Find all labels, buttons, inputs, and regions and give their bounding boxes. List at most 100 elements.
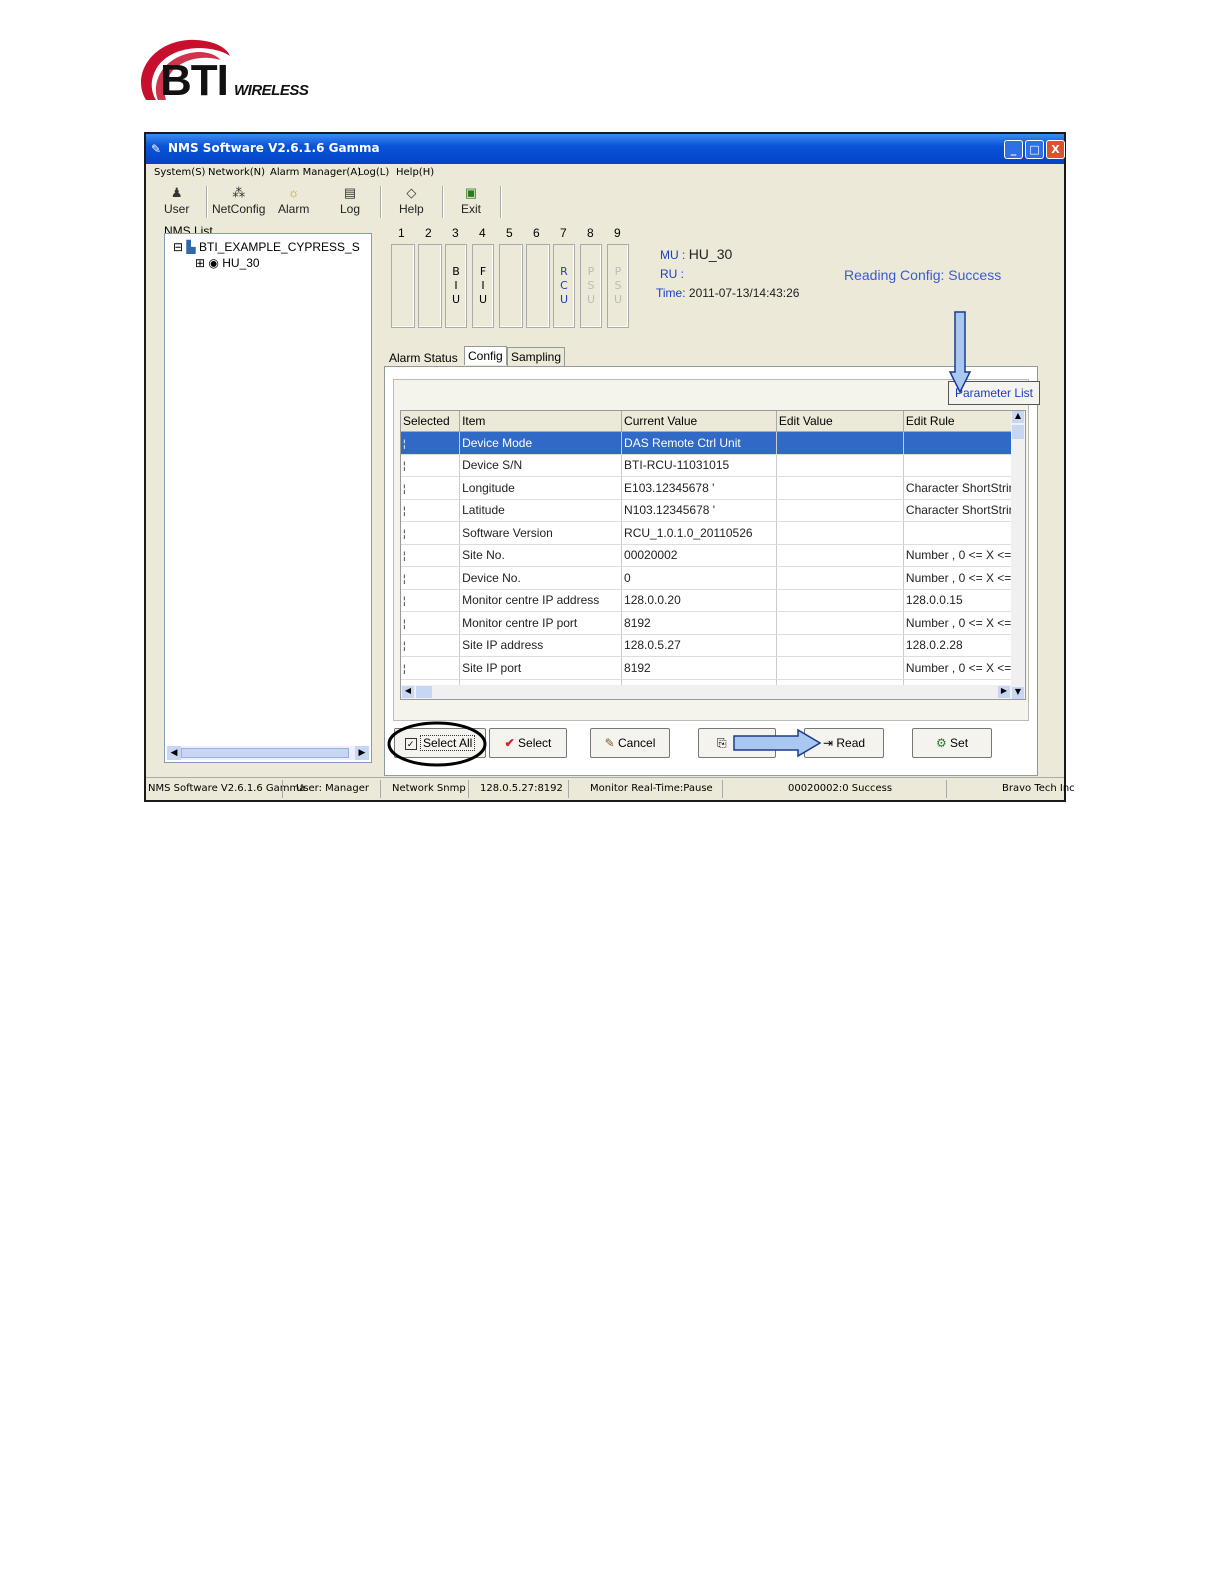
selected-cell[interactable]: ¦: [401, 566, 461, 590]
selected-cell[interactable]: ¦: [401, 589, 461, 612]
table-cell[interactable]: [776, 454, 904, 477]
tab-sampling[interactable]: Sampling: [507, 347, 566, 366]
slot-psu[interactable]: P S U: [580, 244, 602, 328]
table-cell[interactable]: [776, 521, 904, 545]
selected-cell[interactable]: ¦: [401, 499, 461, 522]
tree-child-node[interactable]: ⊞ ◉ HU_30: [195, 256, 260, 270]
table-cell[interactable]: [776, 566, 904, 590]
table-row[interactable]: ¦ Software Version RCU_1.0.1.0_20110526: [401, 521, 1025, 545]
log-button[interactable]: ▤ Log: [340, 184, 360, 216]
table-row[interactable]: ¦ Monitor centre IP port 8192 Number , 0 <=…: [401, 611, 1025, 635]
table-vertical-scrollbar[interactable]: ▲ ▼: [1011, 411, 1025, 699]
user-button[interactable]: ♟ User: [164, 184, 189, 216]
menu-network[interactable]: Network(N): [208, 167, 265, 178]
help-button[interactable]: ◇ Help: [399, 184, 424, 216]
table-cell[interactable]: [776, 476, 904, 500]
table-row[interactable]: ¦ Latitude N103.12345678 ' Character ShortS…: [401, 499, 1025, 522]
set-button[interactable]: ⚙ Set: [912, 728, 992, 758]
selected-cell[interactable]: ¦: [401, 454, 461, 477]
column-header[interactable]: Item: [459, 411, 623, 432]
set-label: Set: [950, 736, 969, 750]
mu-row: MU : HU_30: [660, 246, 732, 262]
scroll-right-icon[interactable]: ▶: [998, 686, 1010, 698]
scroll-thumb[interactable]: [181, 748, 349, 758]
netconfig-button[interactable]: ⁂ NetConfig: [212, 184, 265, 216]
table-row[interactable]: ¦ Site No. 00020002 Number , 0 <= X <= 4: [401, 544, 1025, 567]
scroll-up-icon[interactable]: ▲: [1012, 411, 1024, 423]
table-cell[interactable]: [776, 611, 904, 635]
exit-button[interactable]: ▣ Exit: [461, 184, 481, 216]
menu-alarm-manager[interactable]: Alarm Manager(A): [270, 167, 361, 178]
table-cell: Number , 0 <= X <= 6: [903, 611, 1025, 635]
selected-cell[interactable]: ¦: [401, 476, 461, 500]
cancel-button[interactable]: ✎ Cancel: [590, 728, 670, 758]
scroll-left-icon[interactable]: ◀: [167, 746, 181, 760]
down-arrow-annotation: [948, 311, 972, 394]
exit-icon: ▣: [464, 185, 478, 200]
menu-log[interactable]: Log(L): [358, 167, 389, 178]
nms-window: ✎ NMS Software V2.6.1.6 Gamma _ □ X Syst…: [144, 132, 1075, 802]
read-icon: ⇥: [822, 736, 834, 750]
table-cell[interactable]: [776, 431, 904, 455]
selected-cell[interactable]: ¦: [401, 431, 461, 455]
table-cell[interactable]: [776, 634, 904, 657]
scroll-thumb[interactable]: [1012, 425, 1024, 439]
slot-6[interactable]: [526, 244, 550, 328]
selected-cell[interactable]: ¦: [401, 656, 461, 680]
slot-psu[interactable]: P S U: [607, 244, 629, 328]
slot-biu[interactable]: B I U: [445, 244, 467, 328]
minimize-button[interactable]: _: [1004, 140, 1023, 159]
scroll-right-icon[interactable]: ▶: [355, 746, 369, 760]
tree-horizontal-scrollbar[interactable]: ◀ ▶: [167, 746, 369, 760]
table-cell[interactable]: [776, 656, 904, 680]
column-header[interactable]: Edit Rule: [903, 411, 1025, 432]
collapse-icon[interactable]: ⊟: [173, 240, 183, 254]
table-row[interactable]: ¦ Device No. 0 Number , 0 <= X <= 2: [401, 566, 1025, 590]
selected-cell[interactable]: ¦: [401, 521, 461, 545]
slot-2[interactable]: [418, 244, 442, 328]
menu-system[interactable]: System(S): [154, 167, 205, 178]
column-header[interactable]: Selected: [401, 411, 461, 432]
menu-help[interactable]: Help(H): [396, 167, 434, 178]
table-row[interactable]: ¦ Monitor centre IP address 128.0.0.20 128.…: [401, 589, 1025, 612]
select-button[interactable]: ✔ Select: [489, 728, 567, 758]
table-row[interactable]: ¦ Device S/N BTI-RCU-11031015: [401, 454, 1025, 477]
slot-5[interactable]: [499, 244, 523, 328]
alarm-button[interactable]: ☼ Alarm: [278, 184, 309, 216]
scroll-left-icon[interactable]: ◀: [402, 686, 414, 698]
tree-root-label: BTI_EXAMPLE_CYPRESS_S: [198, 240, 360, 254]
column-header[interactable]: Current Value: [621, 411, 777, 432]
table-row[interactable]: ¦ Site IP address 128.0.5.27 128.0.2.28: [401, 634, 1025, 657]
mu-label: MU :: [660, 248, 686, 262]
row-marker-icon: ¦: [403, 641, 406, 653]
tree-root-node[interactable]: ⊟ ▙ BTI_EXAMPLE_CYPRESS_S: [173, 240, 360, 254]
slot-number: 3: [452, 226, 459, 240]
slot-1[interactable]: [391, 244, 415, 328]
expand-icon[interactable]: ⊞: [195, 256, 205, 270]
selected-cell[interactable]: ¦: [401, 611, 461, 635]
netconfig-label: NetConfig: [212, 202, 266, 216]
column-header[interactable]: Edit Value: [776, 411, 904, 432]
table-row[interactable]: ¦ Site IP port 8192 Number , 0 <= X <= 6: [401, 656, 1025, 680]
scroll-thumb[interactable]: [416, 686, 432, 698]
selected-cell[interactable]: ¦: [401, 544, 461, 567]
table-row[interactable]: ¦ Device Mode DAS Remote Ctrl Unit: [401, 431, 1025, 455]
slot-rcu[interactable]: R C U: [553, 244, 575, 328]
table-cell[interactable]: [776, 589, 904, 612]
table-row[interactable]: ¦ Longitude E103.12345678 ' Character Short…: [401, 476, 1025, 500]
slot-fiu[interactable]: F I U: [472, 244, 494, 328]
tab-alarm-status[interactable]: Alarm Status: [386, 349, 461, 367]
table-cell[interactable]: [776, 499, 904, 522]
close-button[interactable]: X: [1046, 140, 1065, 159]
table-horizontal-scrollbar[interactable]: ◀ ▶: [401, 685, 1011, 699]
status-separator: [468, 780, 469, 798]
selected-cell[interactable]: ¦: [401, 634, 461, 657]
table-cell[interactable]: [776, 544, 904, 567]
row-marker-icon: ¦: [403, 551, 406, 563]
row-marker-icon: ¦: [403, 596, 406, 608]
maximize-button[interactable]: □: [1025, 140, 1044, 159]
config-inner: Parameter List Selected Item Current Value…: [393, 379, 1040, 721]
scroll-down-icon[interactable]: ▼: [1012, 687, 1024, 699]
tab-config[interactable]: Config: [464, 346, 507, 365]
status-result: 00020002:0 Success: [788, 783, 893, 794]
